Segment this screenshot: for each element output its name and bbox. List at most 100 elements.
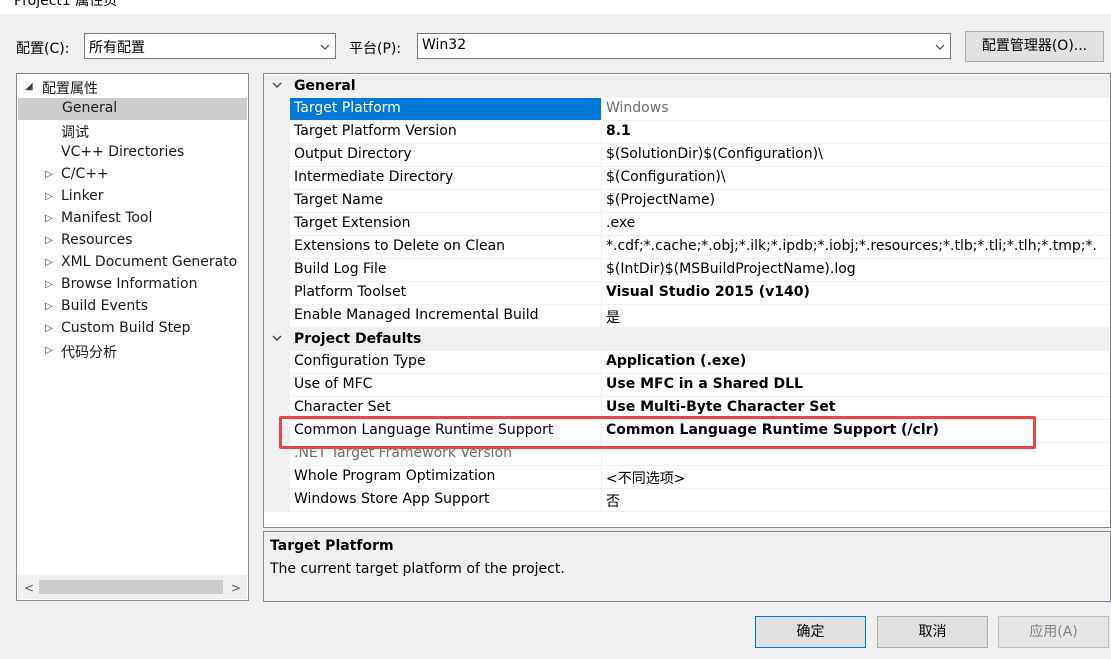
tree-item[interactable]: ▷ Browse Information [17, 274, 248, 296]
scroll-right-icon[interactable]: > [231, 581, 241, 595]
property-name[interactable]: Target Name [290, 190, 602, 213]
config-label: 配置(C): [16, 41, 70, 57]
property-value[interactable]: Application (.exe) [603, 351, 1110, 374]
property-grid: General Target Platform Windows Target Plat… [263, 73, 1111, 528]
collapsed-arrow-icon[interactable]: ▷ [45, 323, 55, 335]
platform-label: 平台(P): [349, 41, 402, 57]
property-row[interactable]: Target Name $(ProjectName) [264, 190, 1110, 213]
property-value[interactable]: Windows [603, 98, 1110, 121]
tree-item-label: 调试 [61, 125, 89, 141]
tree-item[interactable]: ▷ Resources [17, 230, 248, 252]
tree-item[interactable]: VC++ Directories [17, 142, 248, 164]
collapsed-arrow-icon[interactable]: ▷ [45, 345, 55, 357]
collapsed-arrow-icon[interactable]: ▷ [45, 191, 55, 203]
property-row[interactable]: Platform Toolset Visual Studio 2015 (v140… [264, 282, 1110, 305]
apply-button[interactable]: 应用(A) [998, 616, 1109, 648]
row-gutter [264, 305, 290, 328]
property-value[interactable]: .exe [603, 213, 1110, 236]
property-value[interactable]: 是 [603, 305, 1110, 328]
platform-value: Win32 [422, 37, 467, 53]
property-value[interactable]: $(Configuration)\ [603, 167, 1110, 190]
collapsed-arrow-icon[interactable]: ▷ [45, 301, 55, 313]
property-row[interactable]: Enable Managed Incremental Build 是 [264, 305, 1110, 328]
tree-item-label: XML Document Generato [61, 254, 238, 270]
property-row[interactable]: Windows Store App Support 否 [264, 489, 1110, 512]
property-row[interactable]: Configuration Type Application (.exe) [264, 351, 1110, 374]
window-title: Project1 属性页 [14, 0, 118, 9]
collapsed-arrow-icon[interactable]: ▷ [45, 279, 55, 291]
chevron-down-icon[interactable] [270, 78, 284, 92]
tree-item-label: Linker [61, 188, 104, 204]
collapsed-arrow-icon[interactable]: ▷ [45, 257, 55, 269]
property-name[interactable]: Use of MFC [290, 374, 602, 397]
scroll-thumb[interactable] [39, 580, 223, 594]
ok-button[interactable]: 确定 [755, 616, 866, 648]
property-name[interactable]: Platform Toolset [290, 282, 602, 305]
property-row[interactable]: Target Platform Version 8.1 [264, 121, 1110, 144]
property-row[interactable]: Output Directory $(SolutionDir)$(Configur… [264, 144, 1110, 167]
property-row[interactable]: Target Platform Windows [264, 98, 1110, 121]
tree-item[interactable]: ▷ C/C++ [17, 164, 248, 186]
config-dropdown[interactable]: 所有配置 [84, 33, 336, 59]
row-gutter [264, 121, 290, 144]
collapsed-arrow-icon[interactable]: ▷ [45, 169, 55, 181]
grid-category[interactable]: Project Defaults [264, 328, 1110, 351]
tree-item[interactable]: ▷ Manifest Tool [17, 208, 248, 230]
collapsed-arrow-icon[interactable]: ▷ [45, 213, 55, 225]
row-gutter [264, 282, 290, 305]
property-value[interactable]: $(ProjectName) [603, 190, 1110, 213]
property-value[interactable]: Visual Studio 2015 (v140) [603, 282, 1110, 305]
row-gutter [264, 236, 290, 259]
collapsed-arrow-icon[interactable]: ▷ [45, 235, 55, 247]
tree-item-label: Manifest Tool [61, 210, 153, 226]
tree-item[interactable]: ▷ XML Document Generato [17, 252, 248, 274]
property-name[interactable]: Windows Store App Support [290, 489, 602, 512]
grid-category[interactable]: General [264, 75, 1110, 98]
chevron-down-icon [320, 44, 330, 50]
property-name[interactable]: Build Log File [290, 259, 602, 282]
cancel-button[interactable]: 取消 [877, 616, 988, 648]
expanded-arrow-icon[interactable]: ◢ [25, 81, 35, 93]
property-value[interactable]: <不同选项> [603, 466, 1110, 489]
property-value[interactable]: 8.1 [603, 121, 1110, 144]
tree-item-label: Build Events [61, 298, 148, 314]
config-manager-button[interactable]: 配置管理器(O)... [965, 31, 1104, 62]
property-name[interactable]: Configuration Type [290, 351, 602, 374]
property-value[interactable]: *.cdf;*.cache;*.obj;*.ilk;*.ipdb;*.iobj;… [603, 236, 1110, 259]
tree-item[interactable]: ▷ Linker [17, 186, 248, 208]
property-name[interactable]: Whole Program Optimization [290, 466, 602, 489]
property-row[interactable]: Whole Program Optimization <不同选项> [264, 466, 1110, 489]
tree-item-label: Custom Build Step [61, 320, 191, 336]
tree-item[interactable]: ▷ 代码分析 [17, 340, 248, 362]
tree-item[interactable]: General [18, 98, 247, 120]
property-name[interactable]: Output Directory [290, 144, 602, 167]
property-row[interactable]: Extensions to Delete on Clean *.cdf;*.cac… [264, 236, 1110, 259]
highlight-box [279, 416, 1036, 449]
tree-item[interactable]: ◢ 配置属性 [17, 76, 248, 98]
tree-item[interactable]: ▷ Custom Build Step [17, 318, 248, 340]
property-name[interactable]: Target Extension [290, 213, 602, 236]
property-name[interactable]: Extensions to Delete on Clean [290, 236, 602, 259]
row-gutter [264, 213, 290, 236]
chevron-down-icon[interactable] [270, 331, 284, 345]
property-row[interactable]: Intermediate Directory $(Configuration)\ [264, 167, 1110, 190]
tree-horizontal-scrollbar[interactable]: < > [18, 575, 247, 599]
property-value[interactable]: $(SolutionDir)$(Configuration)\ [603, 144, 1110, 167]
property-row[interactable]: Build Log File $(IntDir)$(MSBuildProjectN… [264, 259, 1110, 282]
row-gutter [264, 98, 290, 121]
property-value[interactable]: $(IntDir)$(MSBuildProjectName).log [603, 259, 1110, 282]
property-tree[interactable]: ◢ 配置属性 General 调试 VC++ Directories ▷ C/C++ ▷ Lin… [16, 73, 249, 601]
platform-dropdown[interactable]: Win32 [417, 33, 951, 59]
property-name[interactable]: Target Platform [290, 98, 602, 121]
property-name[interactable]: Intermediate Directory [290, 167, 602, 190]
scroll-left-icon[interactable]: < [24, 581, 34, 595]
property-value[interactable]: 否 [603, 489, 1110, 512]
property-name[interactable]: Target Platform Version [290, 121, 602, 144]
tree-item[interactable]: ▷ Build Events [17, 296, 248, 318]
property-name[interactable]: Enable Managed Incremental Build [290, 305, 602, 328]
config-value: 所有配置 [89, 40, 145, 56]
property-row[interactable]: Target Extension .exe [264, 213, 1110, 236]
property-value[interactable]: Use MFC in a Shared DLL [603, 374, 1110, 397]
property-row[interactable]: Use of MFC Use MFC in a Shared DLL [264, 374, 1110, 397]
tree-item[interactable]: 调试 [17, 120, 248, 142]
